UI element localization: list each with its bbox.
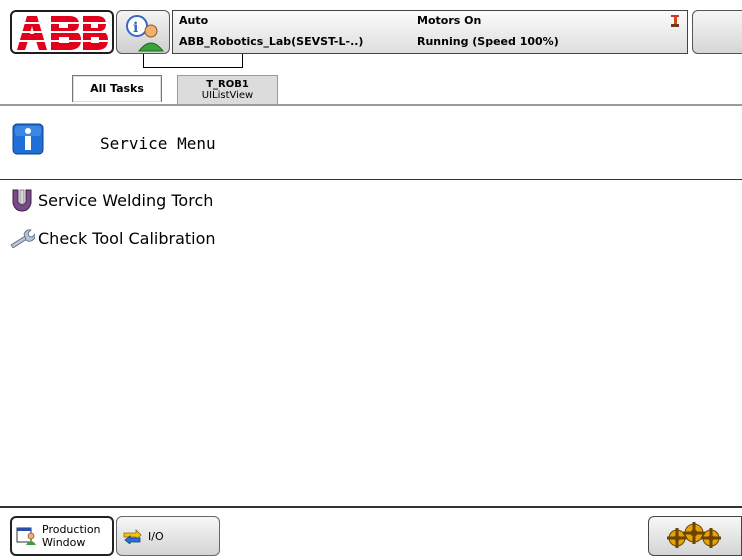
io-label: I/O <box>148 529 164 543</box>
abb-menu-button[interactable] <box>10 10 114 54</box>
quickset-gears-button[interactable] <box>648 516 742 556</box>
production-window-button[interactable]: Production Window <box>10 516 114 556</box>
list-item-service-welding-torch[interactable]: Service Welding Torch <box>8 183 608 217</box>
page-title: Service Menu <box>100 134 216 153</box>
close-button[interactable] <box>692 10 742 54</box>
user-info-icon: i <box>126 15 165 52</box>
motors-state: Motors On <box>417 14 482 27</box>
production-window-label: Production Window <box>42 523 101 549</box>
taskbar: Production Window I/O <box>0 508 742 560</box>
robot-icon <box>671 15 679 27</box>
tab-divider <box>0 104 742 106</box>
operating-mode: Auto <box>179 14 209 27</box>
welding-torch-icon <box>8 186 36 214</box>
io-button[interactable]: I/O <box>116 516 220 556</box>
task-bracket <box>143 54 243 68</box>
tab-t-rob1-sublabel: UIListView <box>201 90 254 101</box>
top-status-bar: i Auto ABB_Robotics_Lab(SEVST-L-..) Moto… <box>0 0 742 58</box>
tab-all-tasks-label: All Tasks <box>90 82 144 95</box>
tab-t-rob1-label: T_ROB1 <box>206 79 249 90</box>
tab-all-tasks[interactable]: All Tasks <box>72 75 162 102</box>
list-item-check-tool-calibration[interactable]: Check Tool Calibration <box>8 221 608 255</box>
svg-text:i: i <box>133 20 138 36</box>
header-divider <box>0 179 742 180</box>
info-icon <box>12 123 44 155</box>
production-window-icon <box>16 527 36 545</box>
status-panel[interactable]: Auto ABB_Robotics_Lab(SEVST-L-..) Motors… <box>172 10 688 54</box>
controller-name: ABB_Robotics_Lab(SEVST-L-..) <box>179 35 364 48</box>
io-arrows-icon <box>123 529 142 544</box>
tab-t-rob1[interactable]: T_ROB1 UIListView <box>177 75 278 104</box>
quickset-button[interactable]: i <box>116 10 170 54</box>
gears-icon <box>667 522 721 548</box>
abb-logo <box>15 16 111 50</box>
wrench-icon <box>8 224 36 252</box>
program-state: Running (Speed 100%) <box>417 35 559 48</box>
list-item-label: Check Tool Calibration <box>38 228 216 248</box>
list-item-label: Service Welding Torch <box>38 190 214 210</box>
